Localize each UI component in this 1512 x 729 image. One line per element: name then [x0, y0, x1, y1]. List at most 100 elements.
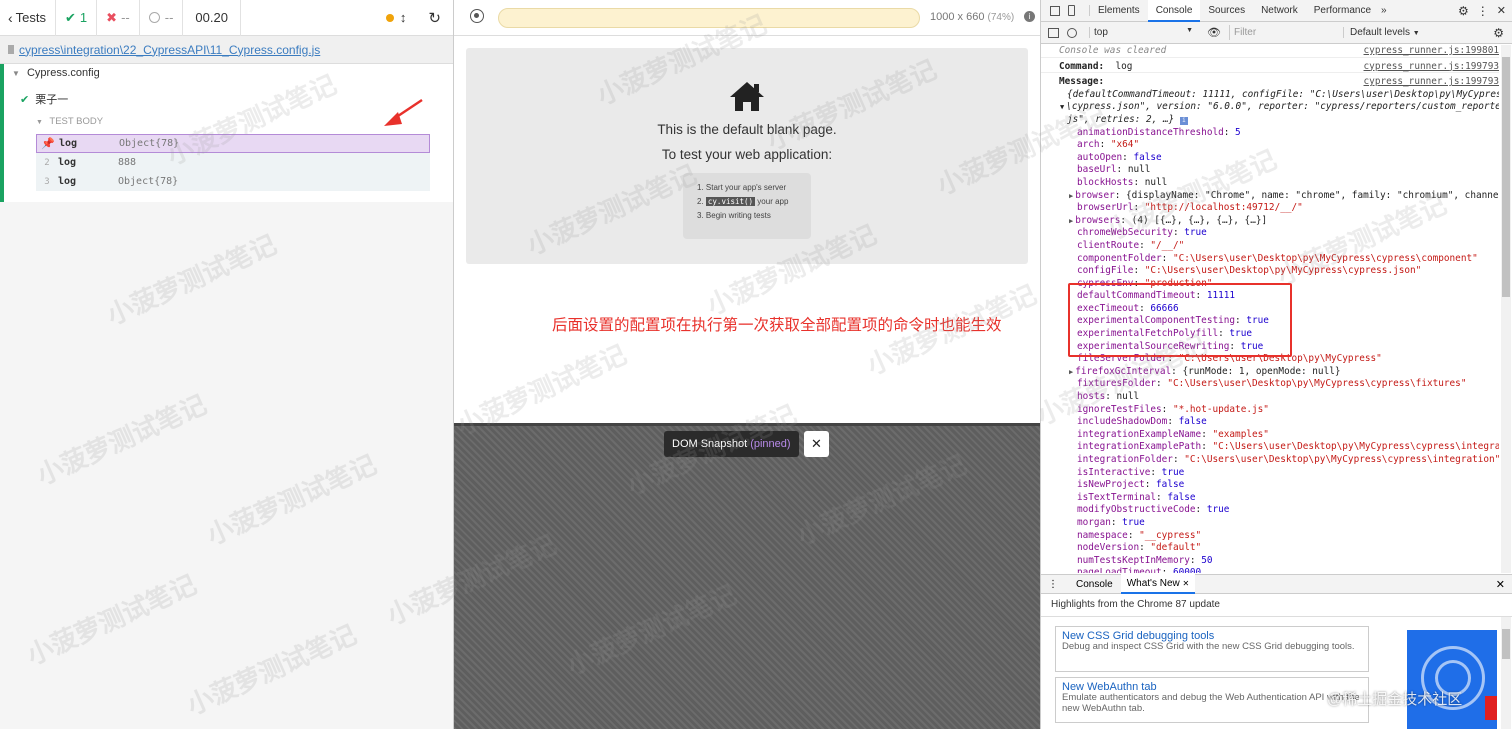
restart-icon[interactable]: ↻: [428, 9, 441, 27]
property-value: "*.hot-update.js": [1172, 403, 1269, 415]
pending-stat[interactable]: --: [140, 0, 184, 36]
suite-title: Cypress.config: [26, 67, 100, 79]
property-row: isInteractive: true: [1041, 467, 1499, 480]
running-dot-icon: [385, 13, 394, 22]
property-separator: :: [1133, 265, 1145, 277]
property-separator: :: [1172, 454, 1185, 465]
passed-stat[interactable]: ✔ 1: [56, 0, 98, 36]
step-3: 3. Begin writing tests: [697, 211, 771, 220]
property-value: "__cypress": [1139, 529, 1202, 541]
property-key: hosts: [1077, 391, 1106, 403]
back-to-tests-button[interactable]: ‹ Tests: [0, 0, 57, 36]
step-1-text: Start your app's server: [705, 183, 787, 192]
tab-elements[interactable]: Elements: [1089, 5, 1148, 16]
property-row: includeShadowDom: false: [1041, 416, 1499, 429]
step-1: 1. Start your app's server: [697, 183, 787, 192]
object-summary[interactable]: ▼ \cypress.json", version: "6.0.0", repor…: [1041, 101, 1499, 114]
property-separator: :: [1172, 227, 1185, 239]
info-icon[interactable]: i: [1024, 11, 1035, 22]
spec-file-path[interactable]: cypress\integration\22_CypressAPI\11_Cyp…: [0, 36, 453, 64]
property-key: modifyObstructiveCode: [1077, 504, 1196, 516]
command-row[interactable]: 📌 log Object{78}: [36, 134, 430, 153]
console-cleared-row: Console was cleared cypress_runner.js:19…: [1041, 45, 1499, 58]
console-scrollbar[interactable]: [1501, 45, 1511, 573]
property-separator: :: [1161, 567, 1173, 573]
property-separator: :: [1133, 176, 1145, 188]
drawer-menu-icon[interactable]: ⋮: [1048, 579, 1058, 590]
url-bar[interactable]: [498, 8, 920, 28]
expand-caret-icon: ▶: [1069, 191, 1074, 200]
object-summary[interactable]: js", retries: 2, …} i: [1041, 114, 1499, 127]
inspect-element-icon[interactable]: [1050, 5, 1060, 16]
failed-count: --: [121, 10, 130, 25]
tab-performance[interactable]: Performance: [1306, 5, 1379, 16]
property-row[interactable]: ▶ firefoxGcInterval: {runMode: 1, openMod…: [1041, 366, 1499, 379]
scrollbar-thumb[interactable]: [1502, 629, 1510, 659]
drawer-tab-whats-new-label: What's New: [1126, 578, 1180, 589]
card-desc: Emulate authenticators and debug the Web…: [1062, 692, 1360, 714]
source-link[interactable]: cypress_runner.js:199801: [1364, 45, 1499, 57]
console-settings-icon[interactable]: ⚙: [1493, 26, 1504, 40]
property-value: false: [1156, 479, 1185, 491]
tab-network[interactable]: Network: [1253, 5, 1306, 16]
more-tabs-icon[interactable]: »: [1381, 5, 1387, 16]
source-link[interactable]: cypress_runner.js:199793: [1364, 61, 1499, 73]
property-value: 5: [1235, 126, 1241, 138]
property-value: null: [1127, 164, 1151, 176]
property-separator: :: [1144, 479, 1157, 491]
property-value: "/__/": [1150, 239, 1185, 251]
drawer-scrollbar[interactable]: [1501, 617, 1511, 729]
kebab-menu-icon[interactable]: ⋮: [1477, 4, 1489, 18]
drawer-tab-console[interactable]: Console: [1068, 579, 1121, 590]
command-row[interactable]: 2 log 888: [36, 153, 430, 172]
object-summary[interactable]: {defaultCommandTimeout: 11111, configFil…: [1041, 89, 1499, 102]
drawer-tab-whats-new[interactable]: What's New ✕: [1120, 574, 1196, 594]
source-link[interactable]: cypress_runner.js:199793: [1364, 76, 1499, 89]
dropdown-caret-icon: ▼: [1186, 27, 1193, 34]
banner-red-block: [1485, 696, 1497, 720]
passed-count: 1: [79, 10, 88, 25]
whats-new-card[interactable]: New CSS Grid debugging tools Debug and i…: [1055, 626, 1369, 672]
steps-box: 1. Start your app's server 2. cy.visit()…: [683, 173, 811, 239]
scrollbar-thumb[interactable]: [1502, 57, 1510, 297]
clear-console-icon[interactable]: [1067, 27, 1077, 38]
sidebar-toggle-icon[interactable]: [1048, 27, 1059, 38]
duration-value: 00.20: [195, 10, 228, 25]
close-icon: ✕: [811, 436, 822, 451]
test-title-row[interactable]: ✔ 栗子一: [20, 91, 68, 107]
test-body-header[interactable]: ▼ TEST BODY: [36, 116, 103, 127]
command-row[interactable]: 3 log Object{78}: [36, 172, 430, 191]
property-key: chromeWebSecurity: [1077, 227, 1173, 239]
property-row: fixturesFolder: "C:\Users\user\Desktop\p…: [1041, 378, 1499, 391]
property-separator: :: [1099, 139, 1111, 151]
command-name: log: [59, 138, 78, 149]
close-devtools-icon[interactable]: ✕: [1497, 4, 1506, 17]
duration: 00.20: [183, 0, 241, 36]
close-tab-icon[interactable]: ✕: [1183, 579, 1190, 588]
eye-icon[interactable]: 👁: [1207, 26, 1221, 39]
property-row: isNewProject: false: [1041, 479, 1499, 492]
property-separator: :: [1156, 491, 1168, 503]
property-row[interactable]: ▶ browsers: (4) [{…}, {…}, {…}, {…}]: [1041, 215, 1499, 228]
selector-playground-icon[interactable]: [470, 9, 484, 23]
property-value: {displayName: "Chrome", name: "chrome", …: [1126, 189, 1499, 201]
test-passed-icon: ✔: [20, 94, 30, 106]
device-toolbar-icon[interactable]: [1068, 5, 1075, 16]
step-code: cy.visit(): [705, 197, 756, 206]
filter-input[interactable]: Filter: [1228, 25, 1339, 40]
resize-arrows-icon[interactable]: ↕: [400, 10, 407, 25]
tab-console[interactable]: Console: [1147, 0, 1201, 22]
context-select[interactable]: top ▼: [1089, 27, 1199, 38]
chrome-devtools: Elements Console Sources Network Perform…: [1040, 0, 1512, 729]
close-drawer-icon[interactable]: ✕: [1496, 578, 1505, 591]
property-row[interactable]: ▶ browser: {displayName: "Chrome", name: …: [1041, 190, 1499, 203]
settings-gear-icon[interactable]: ⚙: [1458, 4, 1469, 18]
failed-stat[interactable]: ✖ --: [97, 0, 140, 36]
whats-new-card[interactable]: New WebAuthn tab Emulate authenticators …: [1055, 677, 1369, 723]
close-snapshot-button[interactable]: ✕: [804, 431, 829, 457]
tab-sources[interactable]: Sources: [1200, 5, 1253, 16]
suite-title-row[interactable]: ▼ Cypress.config: [12, 67, 100, 79]
property-value: true: [1161, 466, 1185, 478]
test-reporter: ‹ Tests ✔ 1 ✖ -- -- 00.20 ↕ ↻ cypress\in…: [0, 0, 454, 729]
log-levels-select[interactable]: Default levels ▼: [1342, 27, 1420, 38]
